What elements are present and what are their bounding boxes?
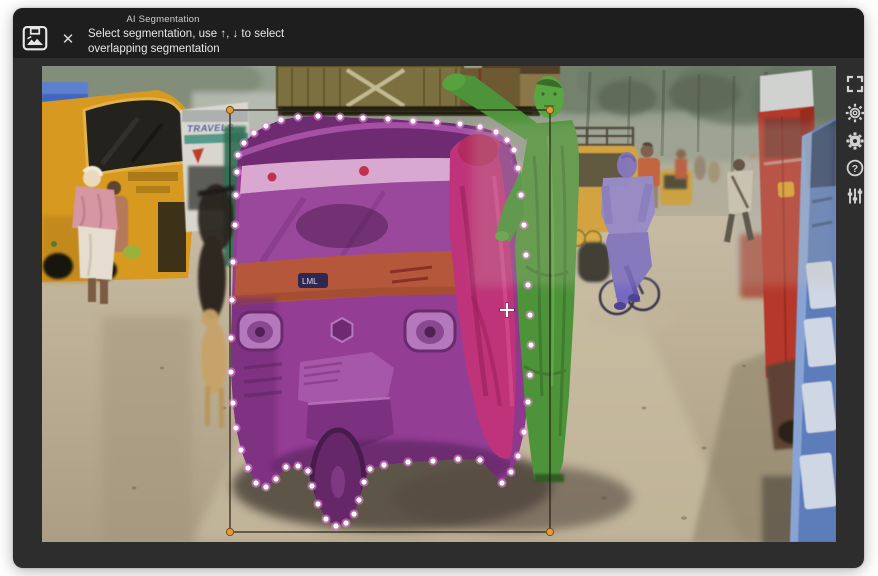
- polygon-vertex[interactable]: [521, 429, 526, 434]
- polygon-vertex[interactable]: [309, 483, 314, 488]
- polygon-vertex[interactable]: [356, 497, 361, 502]
- instructions-line-1: Select segmentation, use ↑, ↓ to select: [88, 27, 348, 42]
- polygon-vertex[interactable]: [245, 465, 250, 470]
- fullscreen-button[interactable]: [844, 73, 864, 95]
- polygon-vertex[interactable]: [351, 511, 356, 516]
- polygon-vertex[interactable]: [229, 297, 234, 302]
- polygon-vertex[interactable]: [361, 479, 366, 484]
- adjustments-icon: [844, 185, 864, 207]
- polygon-vertex[interactable]: [241, 140, 246, 145]
- polygon-vertex[interactable]: [410, 118, 415, 123]
- polygon-vertex[interactable]: [233, 425, 238, 430]
- polygon-vertex[interactable]: [263, 123, 268, 128]
- polygon-vertex[interactable]: [493, 129, 498, 134]
- polygon-vertex[interactable]: [230, 259, 235, 264]
- polygon-vertex[interactable]: [525, 399, 530, 404]
- polygon-vertex[interactable]: [504, 137, 509, 142]
- bbox-handle[interactable]: [546, 106, 553, 113]
- polygon-vertex[interactable]: [515, 453, 520, 458]
- roof-luggage: [277, 66, 560, 116]
- polygon-vertex[interactable]: [263, 484, 268, 489]
- image-canvas[interactable]: N: [42, 66, 836, 542]
- polygon-vertex[interactable]: [434, 119, 439, 124]
- polygon-vertex[interactable]: [521, 222, 526, 227]
- polygon-vertex[interactable]: [283, 464, 288, 469]
- polygon-vertex[interactable]: [367, 466, 372, 471]
- polygon-vertex[interactable]: [405, 459, 410, 464]
- polygon-vertex[interactable]: [477, 457, 482, 462]
- polygon-vertex[interactable]: [518, 192, 523, 197]
- gear-outline-icon: [844, 102, 864, 124]
- polygon-vertex[interactable]: [235, 152, 240, 157]
- polygon-vertex[interactable]: [273, 476, 278, 481]
- street-photo: N: [42, 66, 836, 542]
- polygon-vertex[interactable]: [527, 312, 532, 317]
- close-icon: ✕: [62, 31, 75, 48]
- polygon-vertex[interactable]: [508, 469, 513, 474]
- polygon-vertex[interactable]: [511, 147, 516, 152]
- polygon-vertex[interactable]: [527, 372, 532, 377]
- polygon-vertex[interactable]: [238, 447, 243, 452]
- polygon-vertex[interactable]: [305, 468, 310, 473]
- polygon-vertex[interactable]: [228, 369, 233, 374]
- polygon-vertex[interactable]: [251, 130, 256, 135]
- polygon-vertex[interactable]: [457, 121, 462, 126]
- svg-text:?: ?: [852, 163, 858, 175]
- polygon-vertex[interactable]: [315, 501, 320, 506]
- gear-filled-icon: [844, 130, 864, 152]
- polygon-vertex[interactable]: [477, 124, 482, 129]
- fullscreen-icon: [844, 73, 864, 95]
- ai-segmentation-panel: ✕ AI Segmentation Select segmentation, u…: [13, 8, 864, 568]
- help-button[interactable]: ?: [844, 157, 864, 179]
- polygon-vertex[interactable]: [343, 520, 348, 525]
- save-button[interactable]: [20, 23, 50, 53]
- save-image-icon: [20, 23, 50, 53]
- polygon-vertex[interactable]: [253, 480, 258, 485]
- bbox-handle[interactable]: [226, 106, 233, 113]
- polygon-vertex[interactable]: [295, 114, 300, 119]
- instructions-text: Select segmentation, use ↑, ↓ to select …: [88, 27, 348, 56]
- polygon-vertex[interactable]: [515, 165, 520, 170]
- polygon-vertex[interactable]: [385, 116, 390, 121]
- polygon-vertex[interactable]: [278, 117, 283, 122]
- polygon-vertex[interactable]: [525, 282, 530, 287]
- panel-title: AI Segmentation: [83, 14, 243, 25]
- polygon-vertex[interactable]: [523, 252, 528, 257]
- bbox-handle[interactable]: [546, 528, 553, 535]
- polygon-vertex[interactable]: [499, 480, 504, 485]
- polygon-vertex[interactable]: [528, 342, 533, 347]
- toolbar: ✕ AI Segmentation Select segmentation, u…: [13, 8, 864, 58]
- settings-filled-button[interactable]: [844, 130, 864, 152]
- polygon-vertex[interactable]: [430, 458, 435, 463]
- instructions-line-2: overlapping segmentation: [88, 42, 348, 57]
- polygon-vertex[interactable]: [234, 169, 239, 174]
- polygon-vertex[interactable]: [455, 456, 460, 461]
- help-icon: ?: [844, 157, 864, 179]
- bbox-handle[interactable]: [226, 528, 233, 535]
- polygon-vertex[interactable]: [230, 400, 235, 405]
- polygon-vertex[interactable]: [295, 463, 300, 468]
- polygon-vertex[interactable]: [228, 335, 233, 340]
- polygon-vertex[interactable]: [333, 523, 338, 528]
- polygon-vertex[interactable]: [323, 516, 328, 521]
- polygon-vertex[interactable]: [381, 462, 386, 467]
- polygon-vertex[interactable]: [315, 113, 320, 118]
- polygon-vertex[interactable]: [360, 115, 365, 120]
- settings-outline-button[interactable]: [844, 102, 864, 124]
- polygon-vertex[interactable]: [232, 222, 237, 227]
- close-button[interactable]: ✕: [56, 28, 80, 52]
- polygon-vertex[interactable]: [337, 114, 342, 119]
- adjustments-button[interactable]: [844, 185, 864, 207]
- polygon-vertex[interactable]: [233, 192, 238, 197]
- distance-haze: [472, 122, 836, 286]
- rickshaw-badge-text: LML: [302, 277, 318, 286]
